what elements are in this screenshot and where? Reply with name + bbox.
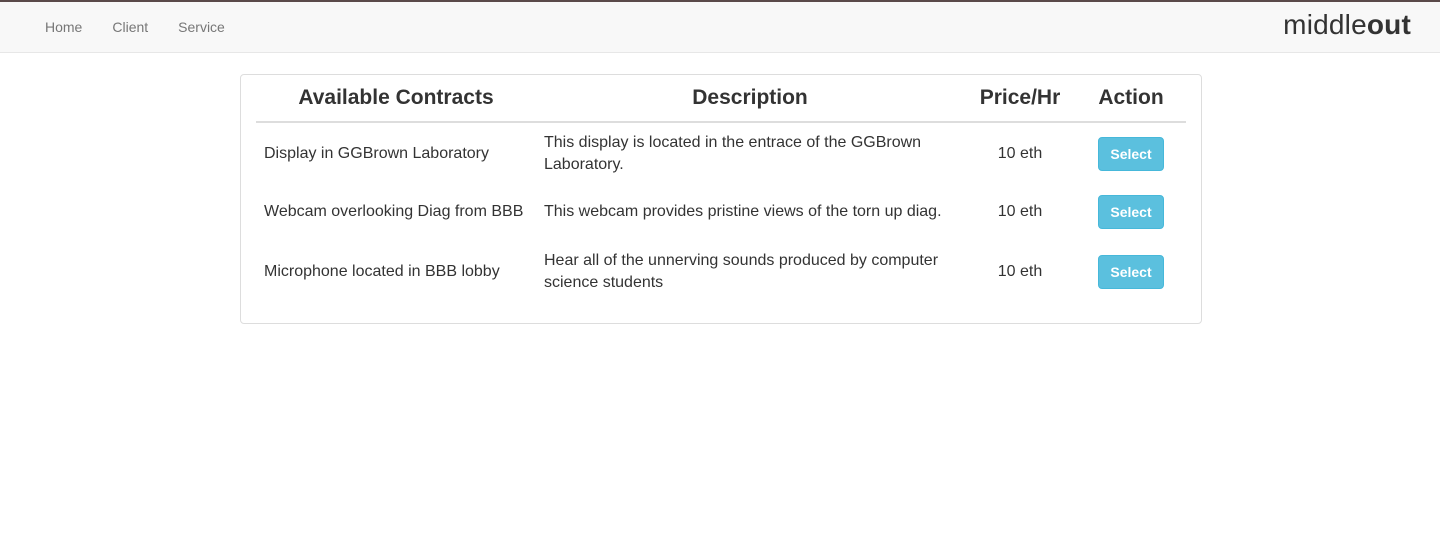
action-cell: Select bbox=[1076, 242, 1186, 302]
brand-light-text: middle bbox=[1283, 9, 1367, 40]
contract-description: This display is located in the entrace o… bbox=[544, 134, 922, 173]
contract-price: 10 eth bbox=[997, 145, 1043, 162]
nav-link-service[interactable]: Service bbox=[163, 2, 240, 53]
action-cell: Select bbox=[1076, 122, 1186, 182]
contract-name: Microphone located in BBB lobby bbox=[264, 263, 500, 280]
header-price: Price/Hr bbox=[964, 75, 1076, 123]
contract-name: Webcam overlooking Diag from BBB bbox=[264, 203, 524, 220]
header-action: Action bbox=[1076, 75, 1186, 123]
contract-name: Display in GGBrown Laboratory bbox=[264, 145, 489, 162]
action-cell: Select bbox=[1076, 182, 1186, 242]
brand-bold-text: out bbox=[1366, 9, 1411, 40]
nav-links: Home Client Service bbox=[30, 2, 240, 53]
header-available-contracts: Available Contracts bbox=[256, 75, 536, 123]
select-button[interactable]: Select bbox=[1098, 195, 1164, 229]
contract-price: 10 eth bbox=[997, 203, 1043, 220]
contracts-panel: Available Contracts Description Price/Hr… bbox=[240, 74, 1202, 324]
navbar: Home Client Service middleout bbox=[0, 2, 1440, 53]
brand-logo[interactable]: middleout bbox=[1283, 9, 1411, 41]
nav-link-client[interactable]: Client bbox=[97, 2, 163, 53]
table-row: Webcam overlooking Diag from BBB This we… bbox=[256, 182, 1186, 242]
nav-link-home[interactable]: Home bbox=[30, 2, 97, 53]
table-row: Microphone located in BBB lobby Hear all… bbox=[256, 242, 1186, 302]
contract-description: Hear all of the unnerving sounds produce… bbox=[544, 252, 939, 291]
select-button[interactable]: Select bbox=[1098, 255, 1164, 289]
select-button[interactable]: Select bbox=[1098, 137, 1164, 171]
contract-description: This webcam provides pristine views of t… bbox=[544, 203, 942, 220]
table-header-row: Available Contracts Description Price/Hr… bbox=[256, 75, 1186, 123]
contracts-table: Available Contracts Description Price/Hr… bbox=[256, 75, 1186, 302]
header-description: Description bbox=[536, 75, 964, 123]
contract-price: 10 eth bbox=[997, 263, 1043, 280]
table-row: Display in GGBrown Laboratory This displ… bbox=[256, 122, 1186, 182]
